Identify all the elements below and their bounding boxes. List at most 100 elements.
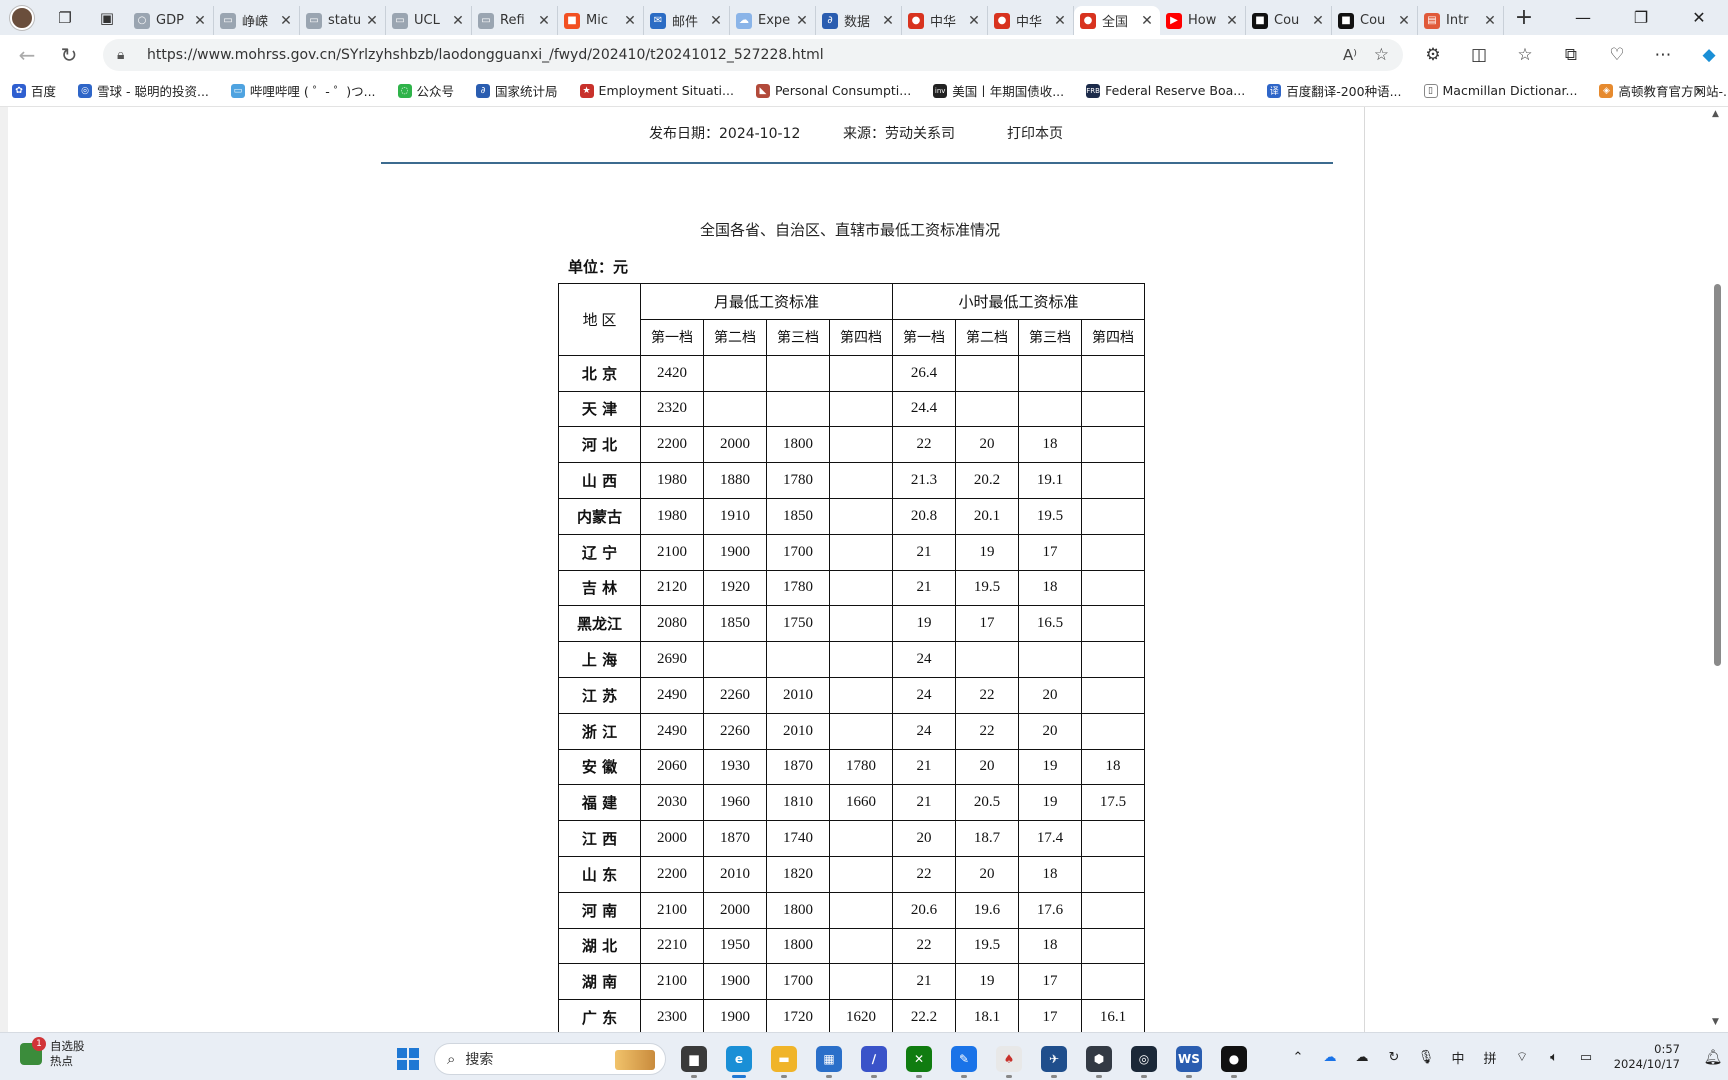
tab-close-icon[interactable]: ✕ — [1225, 13, 1239, 29]
url-text[interactable]: https://www.mohrss.gov.cn/SYrlzyhshbzb/l… — [147, 47, 824, 63]
back-button[interactable]: ← — [6, 35, 48, 75]
vertical-scrollbar[interactable]: ▲ ▼ — [1708, 107, 1728, 1032]
more-menu-icon[interactable]: ⋯ — [1640, 35, 1686, 75]
tab-close-icon[interactable]: ✕ — [1483, 13, 1497, 29]
extensions-icon[interactable]: ⚙ — [1410, 35, 1456, 75]
notification-bell-icon[interactable]: 🔔︎ — [1698, 1048, 1728, 1066]
mathtype-app-button[interactable]: ∕ — [854, 1039, 894, 1079]
onedrive-icon[interactable]: ☁ — [1314, 1050, 1346, 1065]
tab-actions-icon[interactable]: ▣ — [86, 0, 128, 35]
store-app-button[interactable]: ▦ — [809, 1039, 849, 1079]
taskbar-search[interactable]: ⌕ 搜索 — [434, 1043, 666, 1075]
read-aloud-icon[interactable]: A⁾ — [1343, 46, 1357, 64]
tab-close-icon[interactable]: ✕ — [709, 13, 723, 29]
tab-close-icon[interactable]: ✕ — [623, 13, 637, 29]
scroll-down-icon[interactable]: ▼ — [1712, 1017, 1719, 1027]
browser-tab[interactable]: ● 全国 ✕ — [1074, 6, 1160, 35]
tab-close-icon[interactable]: ✕ — [451, 13, 465, 29]
steam-app-button[interactable]: ◎ — [1124, 1039, 1164, 1079]
browser-tab[interactable]: ▭ 峥嵘 ✕ — [214, 6, 300, 35]
browser-tab[interactable]: ▭ statu ✕ — [300, 6, 386, 35]
microphone-icon[interactable]: 🎙︎ — [1410, 1050, 1442, 1065]
scroll-up-icon[interactable]: ▲ — [1712, 109, 1719, 119]
tab-close-icon[interactable]: ✕ — [1053, 13, 1067, 29]
tab-close-icon[interactable]: ✕ — [1311, 13, 1325, 29]
profile-button[interactable] — [0, 0, 44, 35]
favorite-link[interactable]: ★ Employment Situati... — [579, 81, 734, 100]
browser-tab[interactable]: ✉ 邮件 ✕ — [644, 6, 730, 35]
browser-tab[interactable]: ▭ Refi ✕ — [472, 6, 558, 35]
scrollbar-thumb[interactable] — [1714, 284, 1721, 666]
browser-essentials-icon[interactable]: ♡ — [1594, 35, 1640, 75]
browser-tab[interactable]: ● 中华 ✕ — [902, 6, 988, 35]
chevron-up-icon[interactable]: ⌃ — [1282, 1050, 1314, 1065]
shield-app-button[interactable]: ⬢ — [1079, 1039, 1119, 1079]
cloud-icon[interactable]: ☁ — [1346, 1050, 1378, 1065]
xbox-app-button[interactable]: ✕ — [899, 1039, 939, 1079]
tab-close-icon[interactable]: ✕ — [881, 13, 895, 29]
favorites-icon[interactable]: ☆ — [1502, 35, 1548, 75]
volume-icon[interactable]: 🔈︎ — [1538, 1050, 1570, 1065]
browser-tab[interactable]: ■ Cou ✕ — [1332, 6, 1418, 35]
browser-tab[interactable]: ▭ UCL ✕ — [386, 6, 472, 35]
file-explorer-gray-app-button[interactable]: ▆ — [674, 1039, 714, 1079]
wps-app-button[interactable]: WS — [1169, 1039, 1209, 1079]
tab-close-icon[interactable]: ✕ — [967, 13, 981, 29]
tab-close-icon[interactable]: ✕ — [795, 13, 809, 29]
battery-icon[interactable]: ▭ — [1570, 1050, 1602, 1065]
wifi-icon[interactable]: ⌔ — [1506, 1049, 1538, 1065]
feather-app-button[interactable]: ✎ — [944, 1039, 984, 1079]
favorite-link[interactable]: ◈ 高顿教育官方网站-... — [1599, 81, 1728, 100]
refresh-button[interactable]: ↻ — [48, 35, 90, 75]
sync-icon[interactable]: ↻ — [1378, 1050, 1410, 1065]
tab-close-icon[interactable]: ✕ — [365, 13, 379, 29]
favorite-link[interactable]: ▯ Macmillan Dictionar... — [1423, 81, 1577, 100]
collections-icon[interactable]: ⧉ — [1548, 35, 1594, 75]
tab-close-icon[interactable]: ✕ — [1140, 13, 1154, 29]
workspaces-icon[interactable]: ❐ — [44, 0, 86, 35]
copilot-icon[interactable]: ◆ — [1686, 35, 1728, 75]
browser-tab[interactable]: ■ Mic ✕ — [558, 6, 644, 35]
split-screen-icon[interactable]: ◫ — [1456, 35, 1502, 75]
tab-close-icon[interactable]: ✕ — [193, 13, 207, 29]
browser-tab[interactable]: ○ GDP ✕ — [128, 6, 214, 35]
favorite-link[interactable]: ✿ 百度 — [12, 81, 56, 100]
favorite-link[interactable]: 译百度翻译-200种语... — [1267, 81, 1402, 100]
game-red-app-button[interactable]: ♠ — [989, 1039, 1029, 1079]
favorite-link[interactable]: ◌ 公众号 — [397, 81, 454, 100]
print-page-link[interactable]: 打印本页 — [1007, 123, 1063, 143]
monthly-header: 月最低工资标准 — [640, 283, 893, 320]
address-bar[interactable]: 🔒︎ https://www.mohrss.gov.cn/SYrlzyhshbz… — [103, 39, 1403, 71]
favorite-link[interactable]: ◣ Personal Consumpti... — [755, 81, 911, 100]
favorite-link[interactable]: ∂ 国家统计局 — [476, 81, 558, 100]
browser-tab[interactable]: ∂ 数据 ✕ — [816, 6, 902, 35]
browser-tab[interactable]: ▶ How ✕ — [1160, 6, 1246, 35]
tab-close-icon[interactable]: ✕ — [1397, 13, 1411, 29]
plane-app-button[interactable]: ✈ — [1034, 1039, 1074, 1079]
start-button[interactable] — [390, 1041, 426, 1077]
browser-tab[interactable]: ▤ Intr ✕ — [1418, 6, 1504, 35]
widgets-button[interactable]: 1 自选股 热点 — [20, 1037, 85, 1069]
recorder-app-button[interactable]: ● — [1214, 1039, 1254, 1079]
favorite-link[interactable]: ▭ 哔哩哔哩 ( ゜- ゜)つ... — [230, 81, 376, 100]
favorite-link[interactable]: ◎ 雪球 - 聪明的投资... — [78, 81, 209, 100]
edge-app-button[interactable]: e — [719, 1039, 759, 1079]
favorite-link[interactable]: inv 美国丨年期国债收... — [933, 81, 1064, 100]
new-tab-button[interactable]: + — [1504, 0, 1544, 35]
browser-tab[interactable]: ■ Cou ✕ — [1246, 6, 1332, 35]
chevron-right-icon[interactable]: › — [1695, 80, 1702, 101]
close-window-button[interactable]: ✕ — [1670, 0, 1728, 35]
ime-language[interactable]: 中 — [1442, 1048, 1474, 1067]
lock-icon[interactable]: 🔒︎ — [117, 47, 135, 63]
favorite-star-icon[interactable]: ☆ — [1374, 45, 1389, 65]
restore-button[interactable]: ❐ — [1612, 0, 1670, 35]
file-explorer-app-button[interactable]: ▬ — [764, 1039, 804, 1079]
tab-close-icon[interactable]: ✕ — [279, 13, 293, 29]
browser-tab[interactable]: ● 中华 ✕ — [988, 6, 1074, 35]
tab-close-icon[interactable]: ✕ — [537, 13, 551, 29]
minimize-button[interactable]: — — [1554, 0, 1612, 35]
clock[interactable]: 0:57 2024/10/17 — [1602, 1042, 1680, 1072]
favorite-link[interactable]: FRB Federal Reserve Boa... — [1086, 81, 1245, 100]
browser-tab[interactable]: ☁ Expe ✕ — [730, 6, 816, 35]
ime-mode[interactable]: 拼 — [1474, 1048, 1506, 1067]
